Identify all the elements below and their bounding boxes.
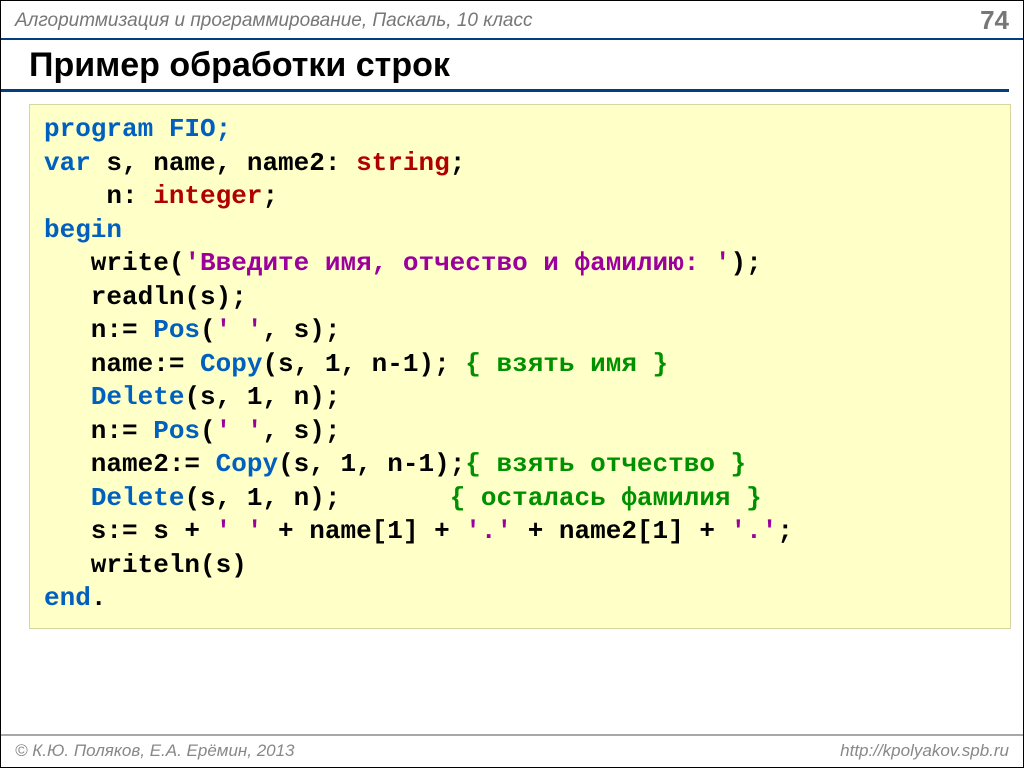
function: Copy [216,449,278,479]
code-text: (s, 1, n); [184,382,340,412]
code-text: writeln(s) [44,550,247,580]
code-listing: program FIO; var s, name, name2: string;… [44,113,996,616]
function: Pos [153,416,200,446]
code-text: (s, 1, n-1); [262,349,465,379]
string: 'Введите имя, отчество и фамилию: ' [184,248,730,278]
string: ' ' [216,315,263,345]
keyword: var [44,148,91,178]
code-text: n:= [44,416,153,446]
code-text: s, name, name2: [91,148,356,178]
keyword: end [44,583,91,613]
footer-url: http://kpolyakov.spb.ru [840,741,1009,761]
slide-title: Пример обработки строк [1,40,1009,92]
code-text: (s, 1, n); [184,483,449,513]
code-text: s:= s + [44,516,216,546]
code-text: ( [200,315,216,345]
function: Delete [91,382,185,412]
string: ' ' [216,516,263,546]
comment: { взять отчество } [465,449,746,479]
type: string [356,148,450,178]
function: Copy [200,349,262,379]
code-text: name2:= [44,449,216,479]
code-text: + name2[1] + [512,516,730,546]
code-text: n:= [44,315,153,345]
code-text: ; [450,148,466,178]
comment: { осталась фамилия } [450,483,762,513]
code-text: n: [44,181,153,211]
footer-copyright: © К.Ю. Поляков, Е.А. Ерёмин, 2013 [15,741,295,761]
code-text: . [91,583,107,613]
code-text: + name[1] + [262,516,465,546]
identifier: FIO; [153,114,231,144]
code-text: ; [777,516,793,546]
page-number: 74 [980,5,1009,36]
code-box: program FIO; var s, name, name2: string;… [29,104,1011,629]
string: '.' [465,516,512,546]
code-text: write( [44,248,184,278]
code-text: (s, 1, n-1); [278,449,465,479]
course-title: Алгоритмизация и программирование, Паска… [15,10,533,32]
keyword: begin [44,215,122,245]
keyword: program [44,114,153,144]
string: '.' [731,516,778,546]
code-text [44,382,91,412]
function: Delete [91,483,185,513]
slide: Алгоритмизация и программирование, Паска… [0,0,1024,768]
code-text: , s); [262,416,340,446]
function: Pos [153,315,200,345]
code-text: name:= [44,349,200,379]
code-text: ); [731,248,762,278]
code-text [44,483,91,513]
comment: { взять имя } [465,349,668,379]
header-bar: Алгоритмизация и программирование, Паска… [1,1,1023,40]
code-text: readln(s); [44,282,247,312]
footer-bar: © К.Ю. Поляков, Е.А. Ерёмин, 2013 http:/… [1,734,1023,767]
type: integer [153,181,262,211]
code-text: ; [262,181,278,211]
code-text: ( [200,416,216,446]
string: ' ' [216,416,263,446]
code-text: , s); [262,315,340,345]
